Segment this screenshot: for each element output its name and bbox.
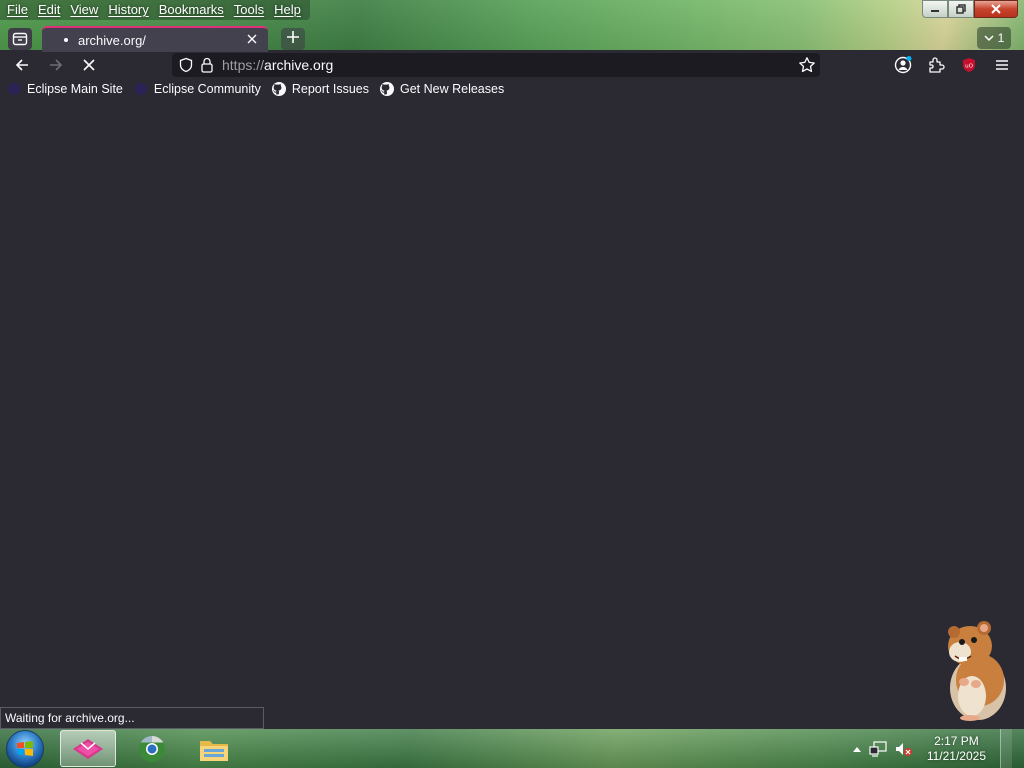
arrow-right-icon [50,59,63,71]
account-icon [894,56,912,74]
loading-indicator-icon [64,38,68,42]
firefox-view-icon [12,32,28,46]
account-button[interactable] [890,52,916,78]
network-icon [869,740,887,757]
new-tab-button[interactable] [281,28,305,50]
menu-file[interactable]: File [2,0,33,20]
folder-icon [200,740,228,761]
menu-view[interactable]: View [65,0,103,20]
bookmark-label: Eclipse Main Site [27,82,123,96]
taskbar-browser-app[interactable] [60,730,116,767]
bookmark-eclipse-main-site[interactable]: Eclipse Main Site [6,81,123,97]
tab-archive[interactable]: archive.org/ [42,26,268,52]
eclipse-icon [8,83,20,95]
bookmarks-toolbar: Eclipse Main Site Eclipse Community Repo… [0,78,1024,100]
stop-button[interactable] [76,52,102,78]
windows-logo-icon [17,741,33,756]
star-icon[interactable] [798,56,816,74]
start-button[interactable] [6,730,44,768]
tab-count: 1 [997,31,1005,45]
back-button[interactable] [9,52,35,78]
menu-help[interactable]: Help [269,0,306,20]
navigation-toolbar: https://archive.org uO [0,50,1024,78]
status-text: Waiting for archive.org... [5,711,135,725]
bookmark-label: Report Issues [291,82,369,96]
clock-date: 11/21/2025 [926,748,986,763]
tab-title: archive.org/ [78,32,146,48]
menu-bookmarks[interactable]: Bookmarks [154,0,229,20]
eclipse-icon [134,83,147,95]
menu-edit[interactable]: Edit [33,0,65,20]
minimize-icon [931,10,939,12]
restore-icon [956,4,966,14]
arrow-left-icon [15,59,28,71]
clock-time: 2:17 PM [934,733,979,748]
ublock-origin-button[interactable]: uO [956,52,982,78]
plus-icon [287,31,299,43]
menu-bar: File Edit View History Bookmarks Tools H… [0,0,310,20]
hamburger-menu-icon [996,60,1008,70]
caret-up-icon [852,746,861,752]
shield-icon[interactable] [178,57,194,73]
tab-list-button[interactable]: 1 [977,27,1011,49]
menu-history[interactable]: History [103,0,153,20]
bookmark-report-issues[interactable]: Report Issues [271,81,369,97]
volume-tray-icon[interactable] [895,741,913,757]
app-menu-button[interactable] [989,52,1015,78]
show-desktop-button[interactable] [1000,729,1012,768]
restore-button[interactable] [948,0,974,18]
show-hidden-icons-button[interactable] [852,746,861,752]
window-controls [922,0,1018,18]
github-icon [379,82,394,96]
system-clock[interactable]: 2:17 PM 11/21/2025 [921,734,992,764]
firefox-view-button[interactable] [8,28,32,50]
ublock-origin-icon: uO [963,58,975,72]
menu-tools[interactable]: Tools [229,0,269,20]
close-icon [247,34,257,44]
windows-taskbar: 2:17 PM 11/21/2025 [0,729,1024,768]
tab-strip: archive.org/ 1 [0,24,1024,52]
github-icon [271,82,286,96]
chevron-down-icon [984,35,994,42]
status-panel: Waiting for archive.org... [0,707,264,729]
bookmark-label: Get New Releases [399,82,505,96]
volume-muted-icon [895,742,912,756]
minimize-button[interactable] [922,0,948,18]
puzzle-icon [929,57,945,73]
chrome-icon [139,735,165,762]
forward-button[interactable] [43,52,69,78]
svg-text:uO: uO [965,64,973,70]
hamster-mascot-icon[interactable] [940,618,1010,722]
url-scheme: https:// [222,57,265,73]
taskbar-chrome-app[interactable] [124,730,180,767]
url-text[interactable]: https://archive.org [222,57,333,73]
close-window-button[interactable] [974,0,1018,18]
page-content[interactable] [0,100,1024,729]
bookmark-label: Eclipse Community [153,82,261,96]
close-icon [991,4,1001,14]
address-bar[interactable]: https://archive.org [172,53,820,77]
taskbar-explorer-app[interactable] [186,730,242,767]
extensions-button[interactable] [923,52,949,78]
url-host: archive.org [264,57,334,73]
tab-close-button[interactable] [244,32,260,48]
lock-icon[interactable] [200,57,214,73]
bookmark-get-new-releases[interactable]: Get New Releases [379,81,504,97]
system-tray: 2:17 PM 11/21/2025 [852,729,1012,768]
browser-logo-icon [73,738,103,759]
stop-icon [83,59,95,71]
network-tray-icon[interactable] [869,740,887,757]
bookmark-eclipse-community[interactable]: Eclipse Community [133,81,261,97]
